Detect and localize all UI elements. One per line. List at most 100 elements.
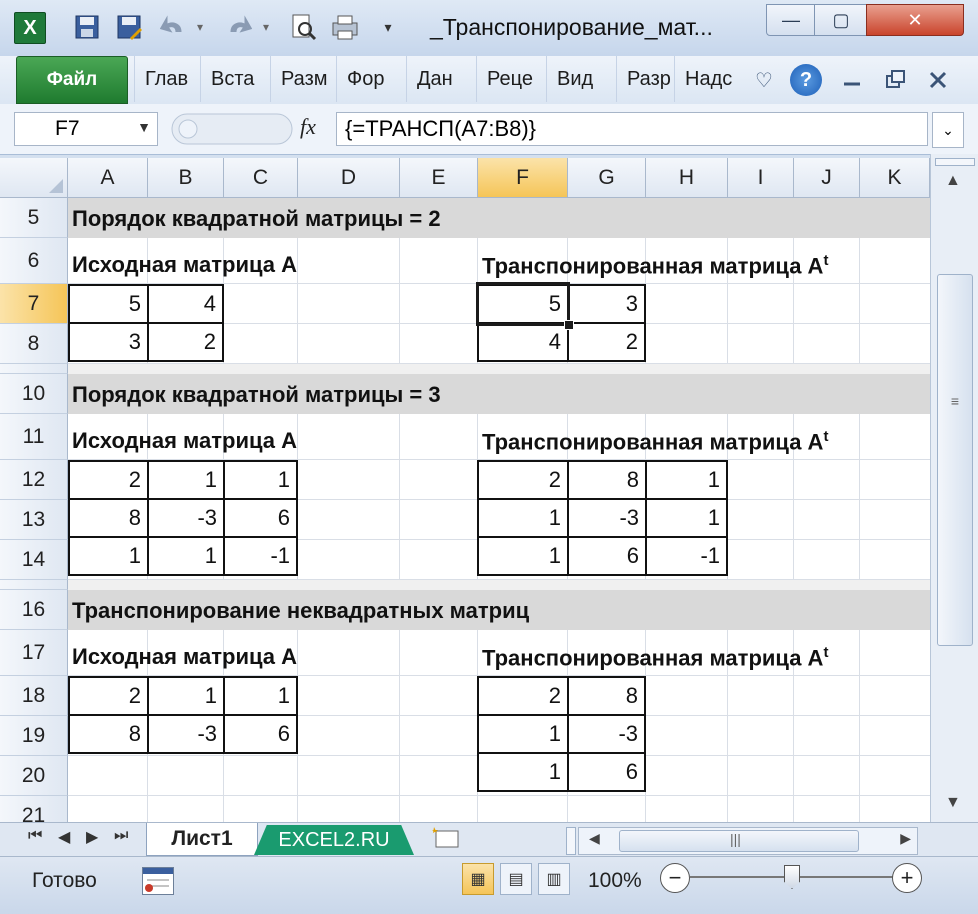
matrix-cell[interactable]: -3 [147, 714, 225, 754]
vertical-scroll-thumb[interactable]: ≡ [937, 274, 973, 646]
matrix-cell[interactable]: 1 [477, 536, 569, 576]
column-header-j[interactable]: J [794, 158, 860, 198]
scroll-down-icon[interactable]: ▼ [945, 794, 961, 812]
zoom-in-button[interactable]: + [892, 863, 922, 893]
zoom-slider-knob[interactable] [784, 865, 800, 889]
matrix-cell[interactable]: 2 [477, 460, 569, 500]
tab-insert[interactable]: Вста [200, 56, 270, 102]
row-header-8[interactable]: 8 [0, 324, 68, 364]
matrix-cell[interactable]: -3 [147, 498, 225, 538]
tab-page-layout[interactable]: Разм [270, 56, 336, 102]
row-header-12[interactable]: 12 [0, 460, 68, 500]
matrix-cell[interactable]: 8 [567, 460, 647, 500]
tab-formulas[interactable]: Фор [336, 56, 406, 102]
name-box-dropdown-icon[interactable]: ▼ [137, 119, 151, 135]
column-header-a[interactable]: A [68, 158, 148, 198]
row-header-17[interactable]: 17 [0, 630, 68, 676]
scroll-up-icon[interactable]: ▲ [945, 172, 961, 190]
undo-dropdown-icon[interactable]: ▾ [190, 10, 210, 44]
matrix-cell[interactable]: 1 [645, 460, 728, 500]
heart-icon[interactable]: ♡ [748, 64, 780, 96]
first-sheet-icon[interactable]: ⏮ [28, 827, 42, 845]
column-header-c[interactable]: C [224, 158, 298, 198]
scroll-left-icon[interactable]: ◀ [589, 830, 600, 847]
redo-dropdown-icon[interactable]: ▾ [256, 10, 276, 44]
row-header-5[interactable]: 5 [0, 198, 68, 238]
ribbon-restore-icon[interactable] [880, 64, 912, 96]
expand-formula-bar-icon[interactable]: ⌄ [932, 112, 964, 148]
matrix-cell[interactable]: -1 [223, 536, 298, 576]
split-box[interactable] [935, 158, 975, 166]
next-sheet-icon[interactable]: ▶ [86, 827, 98, 847]
matrix-cell[interactable]: 8 [68, 714, 149, 754]
matrix-cell[interactable]: 5 [68, 284, 149, 324]
matrix-cell[interactable]: 6 [223, 498, 298, 538]
row-header-14[interactable]: 14 [0, 540, 68, 580]
column-header-d[interactable]: D [298, 158, 400, 198]
tab-addins[interactable]: Надс [674, 56, 738, 102]
matrix-cell[interactable]: 2 [567, 322, 646, 362]
row-header-7[interactable]: 7 [0, 284, 68, 324]
row-header-21[interactable]: 21 [0, 796, 68, 822]
name-box[interactable]: F7 ▼ [14, 112, 158, 146]
matrix-cell[interactable]: 1 [477, 498, 569, 538]
insert-sheet-icon[interactable] [430, 825, 460, 857]
last-sheet-icon[interactable]: ⏭ [114, 827, 128, 845]
maximize-button[interactable]: ▢ [814, 4, 868, 36]
matrix-cell[interactable]: 2 [68, 460, 149, 500]
row-header-20[interactable]: 20 [0, 756, 68, 796]
prev-sheet-icon[interactable]: ◀ [58, 827, 70, 847]
select-all-corner[interactable] [0, 158, 68, 198]
save-icon[interactable] [70, 10, 104, 44]
matrix-cell[interactable]: 1 [223, 676, 298, 716]
undo-icon[interactable] [156, 10, 190, 44]
row-header-6[interactable]: 6 [0, 238, 68, 284]
row-header-16[interactable]: 16 [0, 590, 68, 630]
horizontal-scrollbar[interactable]: ◀ ||| ▶ [578, 827, 918, 855]
formula-input[interactable]: {=ТРАНСП(A7:B8)} [336, 112, 928, 146]
tab-developer[interactable]: Разр [616, 56, 674, 102]
matrix-cell[interactable]: 6 [567, 752, 646, 792]
quick-print-icon[interactable] [328, 10, 362, 44]
column-header-e[interactable]: E [400, 158, 478, 198]
matrix-cell[interactable]: -3 [567, 498, 647, 538]
column-header-k[interactable]: K [860, 158, 930, 198]
matrix-cell[interactable]: 6 [223, 714, 298, 754]
save-as-icon[interactable] [112, 10, 146, 44]
matrix-cell[interactable]: 1 [147, 676, 225, 716]
matrix-cell[interactable]: 1 [645, 498, 728, 538]
row-header-18[interactable]: 18 [0, 676, 68, 716]
matrix-cell[interactable]: 8 [68, 498, 149, 538]
matrix-cell[interactable]: 1 [477, 752, 569, 792]
tab-view[interactable]: Вид [546, 56, 616, 102]
row-header-15[interactable] [0, 580, 68, 590]
matrix-cell[interactable]: -1 [645, 536, 728, 576]
matrix-cell[interactable]: 1 [477, 714, 569, 754]
matrix-cell[interactable]: 8 [567, 676, 646, 716]
matrix-cell[interactable]: 5 [477, 284, 569, 324]
tab-home[interactable]: Глав [134, 56, 200, 102]
matrix-cell[interactable]: 4 [147, 284, 224, 324]
matrix-cell[interactable]: 2 [147, 322, 224, 362]
row-header-9[interactable] [0, 364, 68, 374]
sheet-tab-active[interactable]: Лист1 [146, 823, 258, 856]
tab-data[interactable]: Дан [406, 56, 476, 102]
matrix-cell[interactable]: 3 [567, 284, 646, 324]
zoom-out-button[interactable]: − [660, 863, 690, 893]
matrix-cell[interactable]: 1 [223, 460, 298, 500]
matrix-cell[interactable]: 1 [68, 536, 149, 576]
matrix-cell[interactable]: 3 [68, 322, 149, 362]
row-header-19[interactable]: 19 [0, 716, 68, 756]
fill-handle[interactable] [564, 320, 574, 330]
row-header-10[interactable]: 10 [0, 374, 68, 414]
column-header-i[interactable]: I [728, 158, 794, 198]
ribbon-minimize-icon[interactable] [836, 64, 868, 96]
column-header-h[interactable]: H [646, 158, 728, 198]
matrix-cell[interactable]: 2 [477, 676, 569, 716]
matrix-cell[interactable]: 6 [567, 536, 647, 576]
matrix-cell[interactable]: 1 [147, 536, 225, 576]
tab-file[interactable]: Файл [16, 56, 128, 104]
matrix-cell[interactable]: -3 [567, 714, 646, 754]
scroll-right-icon[interactable]: ▶ [900, 830, 911, 847]
worksheet-grid[interactable]: A B C D E F G H I J K 5 6 7 8 10 11 12 1… [0, 158, 930, 822]
